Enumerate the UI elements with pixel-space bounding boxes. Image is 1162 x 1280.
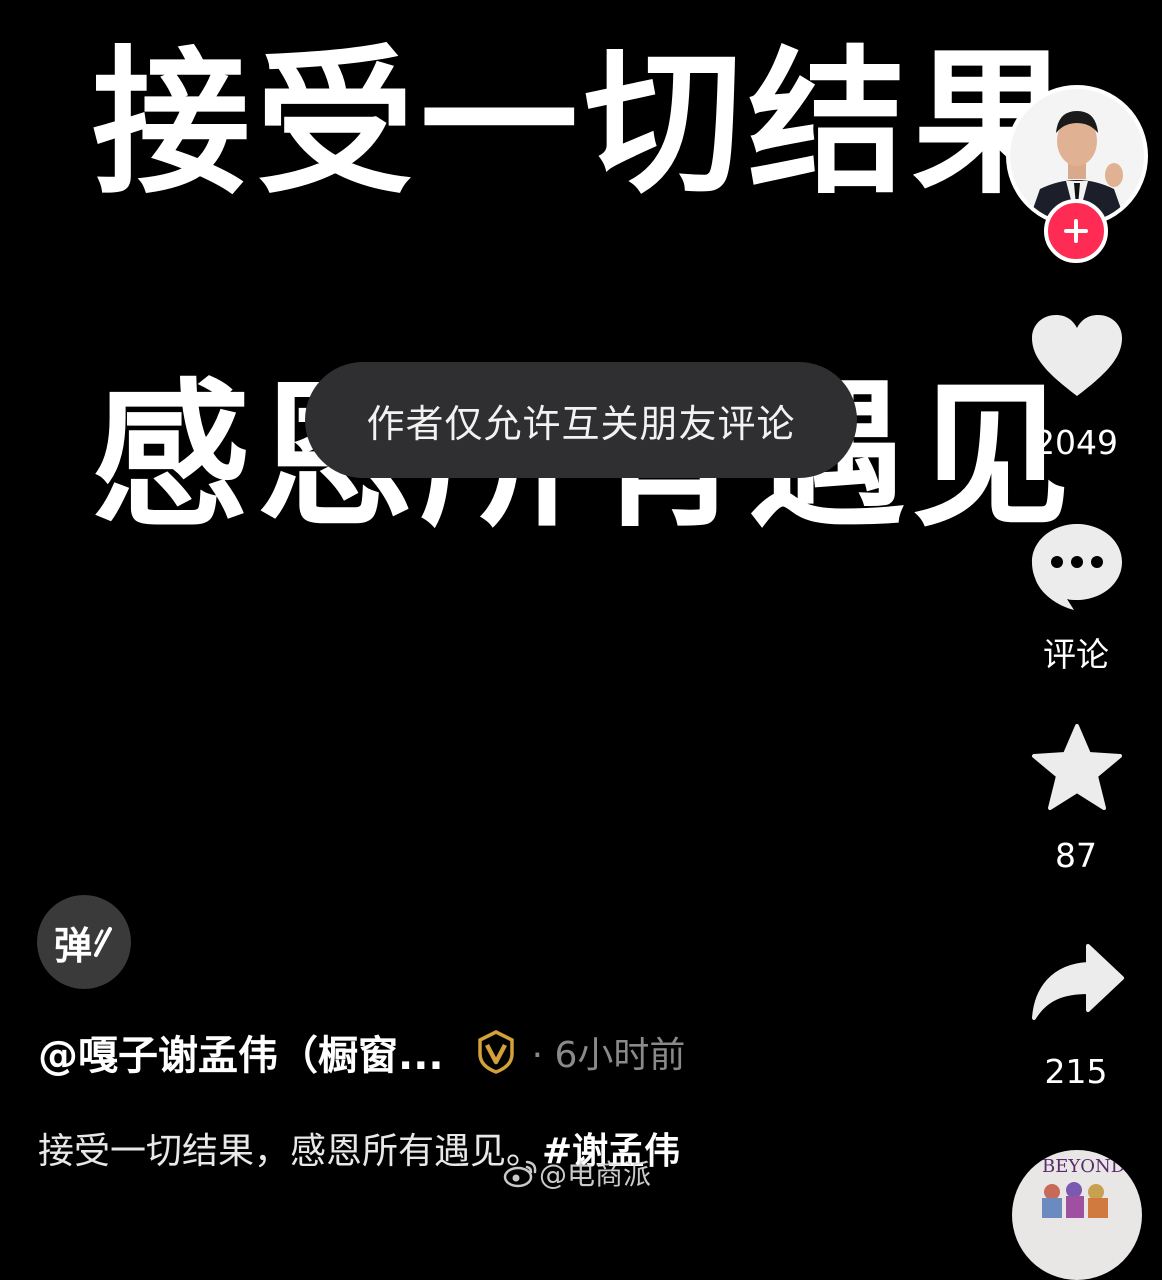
video-area[interactable]: 接受一切结果 感恩所有遇见	[0, 0, 1162, 1200]
author-row: @嘎子谢孟伟（橱窗... · 6小时前	[38, 1022, 685, 1082]
share-button[interactable]	[1030, 942, 1126, 1026]
plus-icon	[1064, 219, 1088, 243]
danmu-slash-icon	[94, 927, 112, 957]
favorite-count: 87	[1055, 836, 1097, 875]
star-icon	[1032, 724, 1122, 810]
toast-message: 作者仅允许互关朋友评论	[305, 362, 857, 478]
post-time: · 6小时前	[531, 1035, 686, 1076]
danmu-label: 弹	[53, 923, 92, 968]
comment-icon	[1032, 524, 1122, 610]
heart-icon	[1032, 315, 1122, 396]
share-count: 215	[1044, 1052, 1108, 1091]
follow-button[interactable]	[1044, 199, 1108, 263]
verified-icon	[477, 1030, 514, 1074]
like-count: 2049	[1034, 423, 1118, 462]
weibo-icon	[503, 1160, 537, 1188]
caption-text: 接受一切结果，感恩所有遇见。	[38, 1131, 543, 1172]
author-name[interactable]: @嘎子谢孟伟（橱窗...	[38, 1023, 444, 1081]
favorite-button[interactable]	[1030, 722, 1124, 816]
music-disc-art	[1042, 1182, 1108, 1218]
watermark-text: @电商派	[539, 1158, 652, 1191]
comment-button[interactable]	[1028, 520, 1126, 616]
video-text-line1: 接受一切结果	[92, 32, 1076, 216]
comment-label: 评论	[1043, 635, 1109, 674]
watermark: @电商派	[503, 1153, 651, 1193]
share-icon	[1032, 944, 1124, 1020]
like-button[interactable]	[1028, 312, 1126, 404]
danmu-toggle-button[interactable]: 弹	[37, 895, 131, 989]
music-disc[interactable]: BEYOND	[1012, 1150, 1142, 1280]
